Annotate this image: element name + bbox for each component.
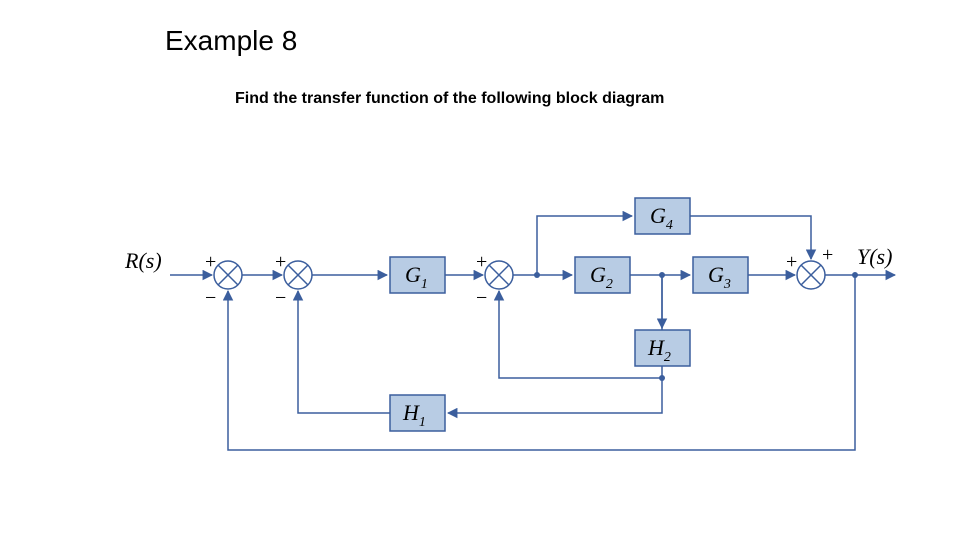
s2-sign-plus: + [275,251,286,273]
block-diagram: R(s) + − + − G1 + − G2 [0,0,960,540]
s4-sign-plus-top: + [822,244,833,266]
summing-junction-s2 [284,261,312,289]
s1-sign-minus: − [205,287,216,309]
summing-junction-s4 [797,261,825,289]
block-g3: G3 [693,257,748,293]
summing-junction-s3 [485,261,513,289]
input-label: R(s) [124,248,162,273]
s2-sign-minus: − [275,287,286,309]
output-label: Y(s) [857,244,892,269]
s1-sign-plus: + [205,251,216,273]
s3-sign-minus: − [476,287,487,309]
takeoff-node-g4in [534,272,540,278]
s4-sign-plus-left: + [786,251,797,273]
summing-junction-s1 [214,261,242,289]
block-g1: G1 [390,257,445,293]
block-g2: G2 [575,257,630,293]
wire-unity-feedback [228,275,855,450]
block-h1: H1 [390,395,445,431]
wire-node-h1 [448,378,662,413]
s3-sign-plus: + [476,251,487,273]
block-g4: G4 [635,198,690,234]
block-h2: H2 [635,330,690,366]
wire-h1-s2 [298,291,390,413]
takeoff-node-h2path [659,375,665,381]
